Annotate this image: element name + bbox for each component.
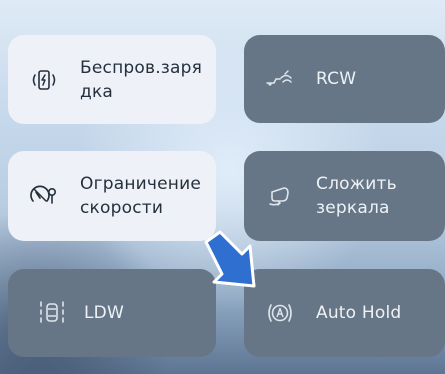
wireless-charging-icon — [26, 69, 62, 91]
rcw-toggle[interactable]: RCW — [244, 35, 445, 123]
wireless-charging-toggle[interactable]: Беспров.заря дка — [8, 35, 216, 124]
auto-hold-label: Auto Hold — [316, 303, 402, 323]
speed-limit-label: Ограничение скорости — [80, 174, 202, 218]
lane-departure-icon — [34, 300, 70, 326]
speed-limit-icon — [26, 185, 62, 207]
quick-controls-panel: Беспров.заря дка RCW Ограничение скорост — [0, 0, 445, 374]
auto-hold-icon — [262, 300, 298, 326]
mirror-icon — [262, 184, 298, 208]
ldw-toggle[interactable]: LDW — [8, 269, 216, 357]
wireless-charging-label: Беспров.заря дка — [80, 57, 203, 102]
auto-hold-toggle[interactable]: Auto Hold — [244, 269, 445, 357]
rcw-label: RCW — [316, 69, 357, 89]
fold-mirrors-label: Сложить зеркала — [316, 174, 397, 218]
rcw-icon — [262, 69, 298, 89]
speed-limit-toggle[interactable]: Ограничение скорости — [8, 151, 216, 241]
pointer-arrow-icon — [204, 230, 256, 288]
ldw-label: LDW — [84, 303, 124, 323]
fold-mirrors-toggle[interactable]: Сложить зеркала — [244, 151, 445, 241]
